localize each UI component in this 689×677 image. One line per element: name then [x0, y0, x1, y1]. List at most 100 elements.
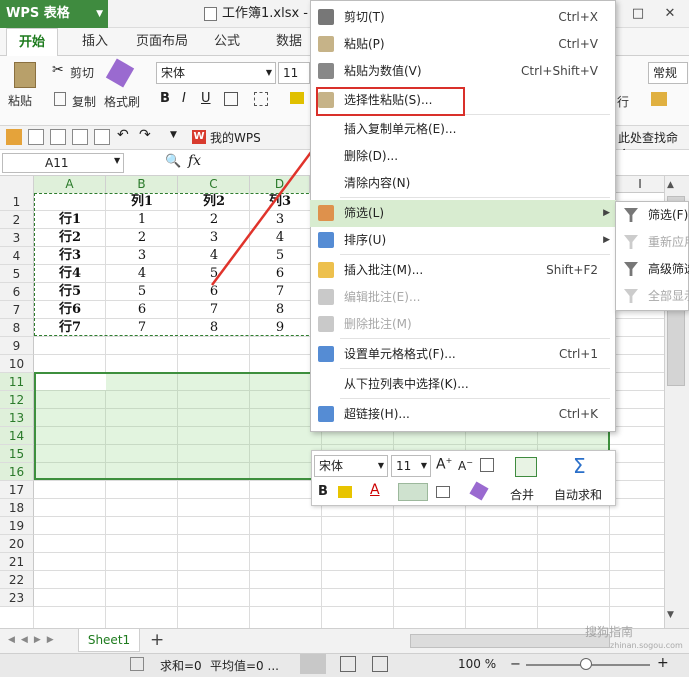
- redo-icon[interactable]: ↷: [139, 127, 151, 143]
- bold-button[interactable]: B: [160, 91, 170, 106]
- zoom-slider-handle[interactable]: [580, 658, 592, 670]
- font-name-select[interactable]: 宋体 ▼: [156, 62, 276, 84]
- print-icon[interactable]: [72, 129, 88, 145]
- row-header[interactable]: 15: [0, 445, 34, 463]
- active-cell-a11[interactable]: [36, 374, 106, 390]
- autosum-button[interactable]: 自动求和: [554, 486, 602, 503]
- menu-item[interactable]: 超链接(H)... Ctrl+K: [310, 401, 616, 428]
- menu-item[interactable]: 清除内容(N): [310, 170, 616, 197]
- row-header[interactable]: 8: [0, 319, 34, 337]
- name-box[interactable]: A11: [2, 153, 124, 173]
- row-header[interactable]: 22: [0, 571, 34, 589]
- submenu-item[interactable]: 筛选(F): [616, 202, 689, 229]
- sheet-nav-icon[interactable]: ◀◀▶▶: [8, 635, 60, 645]
- row-header[interactable]: 16: [0, 463, 34, 481]
- menu-item[interactable]: 插入复制单元格(E)...: [310, 116, 616, 143]
- menu-item[interactable]: 筛选(L) ▶: [310, 200, 616, 227]
- submenu-item[interactable]: 重新应用: [616, 229, 689, 256]
- menu-item[interactable]: 删除(D)...: [310, 143, 616, 170]
- paste-icon[interactable]: [14, 62, 36, 88]
- paste-button[interactable]: 粘贴: [8, 92, 32, 109]
- row-header[interactable]: 3: [0, 229, 34, 247]
- submenu-item[interactable]: 全部显示: [616, 283, 689, 310]
- menu-item[interactable]: 粘贴为数值(V) Ctrl+Shift+V: [310, 58, 616, 85]
- submenu-item[interactable]: 高级筛选: [616, 256, 689, 283]
- undo-icon[interactable]: ↶: [117, 127, 129, 143]
- export-pdf-icon[interactable]: [50, 129, 66, 145]
- merge-button[interactable]: 合并: [510, 486, 534, 503]
- mini-font-select[interactable]: 宋体 ▼: [314, 455, 388, 477]
- zoom-function-icon[interactable]: 🔍: [165, 154, 181, 169]
- column-header-b[interactable]: B: [106, 176, 178, 193]
- row-header[interactable]: 14: [0, 427, 34, 445]
- menu-item[interactable]: 编辑批注(E)...: [310, 284, 616, 311]
- number-format-select[interactable]: 常规: [648, 62, 688, 84]
- open-folder-icon[interactable]: [6, 129, 22, 145]
- row-header[interactable]: 18: [0, 499, 34, 517]
- zoom-out-button[interactable]: −: [510, 657, 521, 672]
- italic-button[interactable]: I: [182, 91, 186, 106]
- row-header[interactable]: 4: [0, 247, 34, 265]
- row-header[interactable]: 6: [0, 283, 34, 301]
- row-header[interactable]: 17: [0, 481, 34, 499]
- close-button[interactable]: ✕: [660, 4, 680, 24]
- tab-insert[interactable]: 插入: [82, 28, 108, 56]
- row-header[interactable]: 2: [0, 211, 34, 229]
- page-break-view-icon[interactable]: [340, 656, 356, 672]
- mini-borders-icon[interactable]: [436, 486, 450, 498]
- maximize-button[interactable]: □: [628, 4, 648, 24]
- zoom-in-button[interactable]: +: [657, 655, 669, 671]
- menu-item[interactable]: 从下拉列表中选择(K)...: [310, 371, 616, 398]
- sheet-tab-sheet1[interactable]: Sheet1: [78, 629, 140, 652]
- tab-formulas[interactable]: 公式: [214, 28, 240, 56]
- row-header[interactable]: 11: [0, 373, 34, 391]
- cut-button[interactable]: 剪切: [70, 64, 94, 81]
- copy-button[interactable]: 复制: [72, 93, 96, 110]
- row-header[interactable]: 9: [0, 337, 34, 355]
- qat-more-icon[interactable]: ▼: [170, 130, 177, 140]
- column-header-i[interactable]: I: [616, 176, 664, 193]
- mini-size-select[interactable]: 11 ▼: [391, 455, 431, 477]
- font-size-select[interactable]: 11: [278, 62, 310, 84]
- menu-item[interactable]: 插入批注(M)... Shift+F2: [310, 257, 616, 284]
- menu-item[interactable]: 剪切(T) Ctrl+X: [310, 4, 616, 31]
- mini-fill-color-icon[interactable]: [338, 486, 352, 498]
- format-painter-button[interactable]: 格式刷: [104, 93, 140, 110]
- save-icon[interactable]: [28, 129, 44, 145]
- print-preview-icon[interactable]: [94, 129, 110, 145]
- row-header[interactable]: 21: [0, 553, 34, 571]
- wrap-text-icon[interactable]: [480, 458, 494, 472]
- row-header[interactable]: 23: [0, 589, 34, 607]
- column-header-a[interactable]: A: [34, 176, 106, 193]
- table-style-icon[interactable]: [651, 92, 667, 106]
- increase-font-icon[interactable]: A+: [436, 456, 452, 473]
- row-header[interactable]: 1: [0, 193, 34, 211]
- row-header[interactable]: 5: [0, 265, 34, 283]
- normal-view-icon[interactable]: [300, 654, 326, 674]
- row-header[interactable]: 20: [0, 535, 34, 553]
- row-header[interactable]: 13: [0, 409, 34, 427]
- app-menu-button[interactable]: WPS 表格 ▼: [0, 0, 108, 28]
- row-header[interactable]: 10: [0, 355, 34, 373]
- menu-item[interactable]: 删除批注(M): [310, 311, 616, 338]
- tab-home[interactable]: 开始: [6, 28, 58, 56]
- row-header[interactable]: 12: [0, 391, 34, 409]
- row-col-button[interactable]: 行: [617, 93, 629, 110]
- scroll-up-icon[interactable]: ▲: [667, 180, 674, 190]
- add-sheet-button[interactable]: +: [150, 630, 164, 650]
- menu-item[interactable]: 粘贴(P) Ctrl+V: [310, 31, 616, 58]
- name-box-dropdown-icon[interactable]: ▼: [114, 156, 120, 165]
- tab-page-layout[interactable]: 页面布局: [136, 28, 188, 56]
- menu-item[interactable]: 排序(U) ▶: [310, 227, 616, 254]
- scroll-down-icon[interactable]: ▼: [667, 610, 674, 620]
- row-header[interactable]: 19: [0, 517, 34, 535]
- menu-item[interactable]: 设置单元格格式(F)... Ctrl+1: [310, 341, 616, 368]
- mini-align-center-icon[interactable]: [398, 483, 428, 501]
- page-layout-view-icon[interactable]: [372, 656, 388, 672]
- mini-bold-button[interactable]: B: [318, 484, 328, 499]
- tab-data[interactable]: 数据: [276, 28, 302, 56]
- select-all-corner[interactable]: [0, 176, 34, 193]
- mini-font-color-icon[interactable]: A: [370, 482, 380, 498]
- horizontal-scrollbar[interactable]: [410, 634, 610, 648]
- row-header[interactable]: 7: [0, 301, 34, 319]
